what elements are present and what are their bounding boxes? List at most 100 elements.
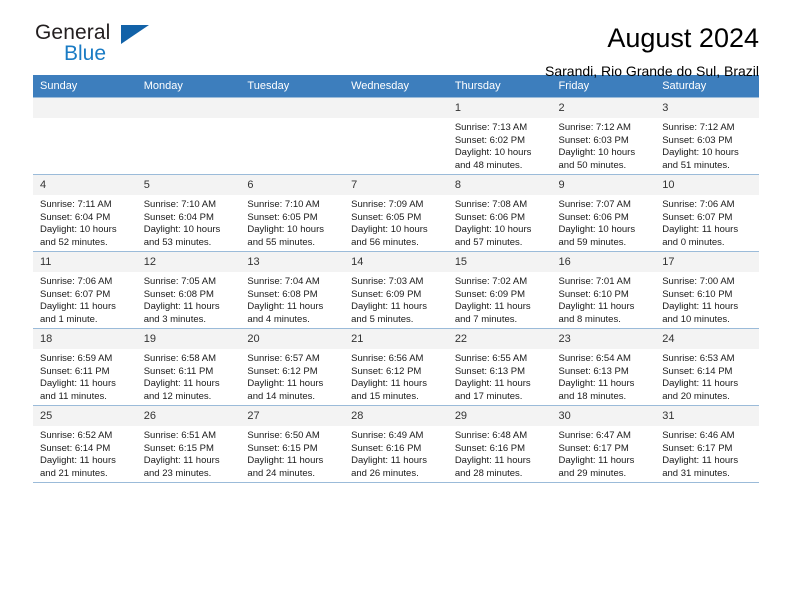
- weekday-header-monday: Monday: [136, 75, 241, 98]
- calendar-day-cell[interactable]: 31 Sunrise: 6:46 AM Sunset: 6:17 PM Dayligh…: [655, 405, 759, 482]
- calendar-day-cell[interactable]: 17 Sunrise: 7:00 AM Sunset: 6:10 PM Dayligh…: [655, 251, 759, 329]
- logo-text-blue: Blue: [64, 42, 107, 65]
- calendar-day-cell[interactable]: 11 Sunrise: 7:06 AM Sunset: 6:07 PM Dayligh…: [33, 251, 137, 329]
- calendar-day-cell[interactable]: 30 Sunrise: 6:47 AM Sunset: 6:17 PM Dayligh…: [551, 405, 656, 482]
- sunset-text: Sunset: 6:12 PM: [247, 365, 318, 377]
- sunrise-text: Sunrise: 7:11 AM: [40, 199, 112, 210]
- daylight-text-line1: Daylight: 10 hours: [40, 224, 117, 236]
- day-number: 10: [655, 175, 759, 195]
- sunrise-text: Sunrise: 7:10 AM: [247, 199, 320, 210]
- sunset-text: Sunset: 6:05 PM: [351, 211, 422, 223]
- calendar-day-cell[interactable]: 16 Sunrise: 7:01 AM Sunset: 6:10 PM Dayligh…: [551, 251, 656, 329]
- day-sun-info: Sunrise: 6:49 AM Sunset: 6:16 PM Daylight:…: [344, 426, 448, 480]
- calendar-day-cell[interactable]: 18 Sunrise: 6:59 AM Sunset: 6:11 PM Dayligh…: [33, 328, 137, 406]
- daylight-text-line1: Daylight: 11 hours: [247, 301, 324, 313]
- day-sun-info: Sunrise: 7:12 AM Sunset: 6:03 PM Daylight:…: [655, 118, 759, 172]
- daylight-text-line2: and 0 minutes.: [662, 236, 725, 248]
- daylight-text-line1: Daylight: 10 hours: [558, 147, 636, 159]
- calendar-day-cell[interactable]: 23 Sunrise: 6:54 AM Sunset: 6:13 PM Dayligh…: [551, 328, 656, 406]
- day-sun-info: Sunrise: 7:05 AM Sunset: 6:08 PM Daylight:…: [137, 272, 241, 326]
- calendar-day-cell[interactable]: 19 Sunrise: 6:58 AM Sunset: 6:11 PM Dayligh…: [136, 328, 241, 406]
- sunrise-text: Sunrise: 7:09 AM: [351, 199, 424, 210]
- day-number: 5: [136, 175, 241, 195]
- calendar-day-cell[interactable]: 7 Sunrise: 7:09 AM Sunset: 6:05 PM Daylight…: [344, 174, 448, 252]
- daylight-text-line2: and 10 minutes.: [662, 313, 730, 325]
- calendar-day-cell[interactable]: 12 Sunrise: 7:05 AM Sunset: 6:08 PM Dayligh…: [136, 251, 241, 329]
- calendar-day-cell[interactable]: 24 Sunrise: 6:53 AM Sunset: 6:14 PM Dayligh…: [655, 328, 759, 406]
- calendar-day-cell[interactable]: 1 Sunrise: 7:13 AM Sunset: 6:02 PM Daylight…: [447, 97, 552, 175]
- daylight-text-line2: and 3 minutes.: [143, 313, 207, 325]
- calendar-day-cell[interactable]: 3 Sunrise: 7:12 AM Sunset: 6:03 PM Daylight…: [655, 97, 759, 175]
- daylight-text-line2: and 8 minutes.: [558, 313, 621, 325]
- sunrise-text: Sunrise: 7:13 AM: [454, 122, 528, 133]
- general-blue-logo[interactable]: General Blue: [33, 22, 163, 74]
- daylight-text-line1: Daylight: 11 hours: [558, 301, 635, 313]
- day-sun-info: Sunrise: 7:03 AM Sunset: 6:09 PM Daylight:…: [344, 272, 448, 326]
- calendar-day-cell[interactable]: 26 Sunrise: 6:51 AM Sunset: 6:15 PM Dayligh…: [136, 405, 241, 482]
- sunrise-text: Sunrise: 6:48 AM: [454, 430, 528, 441]
- daylight-text-line1: Daylight: 10 hours: [662, 147, 739, 159]
- daylight-text-line1: Daylight: 11 hours: [351, 378, 427, 390]
- calendar-day-cell[interactable]: 9 Sunrise: 7:07 AM Sunset: 6:06 PM Daylight…: [551, 174, 656, 252]
- day-sun-info: Sunrise: 7:06 AM Sunset: 6:07 PM Daylight:…: [33, 272, 137, 326]
- calendar-day-cell[interactable]: 29 Sunrise: 6:48 AM Sunset: 6:16 PM Dayligh…: [447, 405, 552, 482]
- day-sun-info: Sunrise: 6:58 AM Sunset: 6:11 PM Daylight:…: [137, 349, 241, 403]
- sunset-text: Sunset: 6:04 PM: [40, 211, 111, 223]
- calendar-table: Sunday Monday Tuesday Wednesday Thursday…: [33, 75, 759, 482]
- calendar-day-cell[interactable]: 6 Sunrise: 7:10 AM Sunset: 6:05 PM Daylight…: [240, 174, 345, 252]
- day-sun-info: Sunrise: 7:06 AM Sunset: 6:07 PM Daylight:…: [655, 195, 759, 249]
- daylight-text-line2: and 1 minute.: [40, 313, 98, 325]
- day-sun-info: Sunrise: 6:54 AM Sunset: 6:13 PM Daylight:…: [552, 349, 656, 403]
- sunrise-text: Sunrise: 7:10 AM: [143, 199, 217, 210]
- day-number: 31: [655, 406, 759, 426]
- calendar-day-cell[interactable]: 8 Sunrise: 7:08 AM Sunset: 6:06 PM Daylight…: [447, 174, 552, 252]
- day-sun-info: Sunrise: 6:55 AM Sunset: 6:13 PM Daylight:…: [448, 349, 552, 403]
- day-sun-info: Sunrise: 6:56 AM Sunset: 6:12 PM Daylight:…: [344, 349, 448, 403]
- day-number: 3: [655, 98, 759, 118]
- calendar-day-cell[interactable]: 10 Sunrise: 7:06 AM Sunset: 6:07 PM Dayligh…: [655, 174, 759, 252]
- calendar-day-cell[interactable]: 28 Sunrise: 6:49 AM Sunset: 6:16 PM Dayligh…: [344, 405, 448, 482]
- sunset-text: Sunset: 6:06 PM: [454, 211, 526, 223]
- day-sun-info: Sunrise: 7:09 AM Sunset: 6:05 PM Daylight:…: [344, 195, 448, 249]
- sunset-text: Sunset: 6:09 PM: [351, 288, 422, 300]
- calendar-cell-empty: [33, 97, 137, 175]
- day-number: 9: [551, 175, 656, 195]
- calendar-day-cell[interactable]: 14 Sunrise: 7:03 AM Sunset: 6:09 PM Dayligh…: [344, 251, 448, 329]
- calendar-day-cell[interactable]: 5 Sunrise: 7:10 AM Sunset: 6:04 PM Daylight…: [136, 174, 241, 252]
- calendar-day-cell[interactable]: 27 Sunrise: 6:50 AM Sunset: 6:15 PM Dayligh…: [240, 405, 345, 482]
- logo-triangle-icon: [121, 25, 149, 44]
- calendar-week-row: 25 Sunrise: 6:52 AM Sunset: 6:14 PM Dayligh…: [33, 405, 759, 482]
- day-number: 8: [447, 175, 552, 195]
- calendar-day-cell[interactable]: 22 Sunrise: 6:55 AM Sunset: 6:13 PM Dayligh…: [447, 328, 552, 406]
- calendar-day-cell[interactable]: 15 Sunrise: 7:02 AM Sunset: 6:09 PM Dayligh…: [447, 251, 552, 329]
- sunset-text: Sunset: 6:11 PM: [40, 365, 110, 377]
- day-sun-info: Sunrise: 6:53 AM Sunset: 6:14 PM Daylight:…: [655, 349, 759, 403]
- calendar-day-cell[interactable]: 4 Sunrise: 7:11 AM Sunset: 6:04 PM Daylight…: [33, 174, 137, 252]
- daylight-text-line2: and 11 minutes.: [40, 390, 107, 402]
- day-number: 16: [551, 252, 656, 272]
- sunrise-text: Sunrise: 6:51 AM: [143, 430, 217, 441]
- daylight-text-line2: and 14 minutes.: [247, 390, 316, 402]
- daylight-text-line1: Daylight: 10 hours: [351, 224, 428, 236]
- day-number: 26: [136, 406, 241, 426]
- sunrise-text: Sunrise: 7:04 AM: [247, 276, 320, 287]
- sunset-text: Sunset: 6:15 PM: [143, 442, 214, 454]
- calendar-day-cell[interactable]: 20 Sunrise: 6:57 AM Sunset: 6:12 PM Dayligh…: [240, 328, 345, 406]
- daylight-text-line1: Daylight: 11 hours: [40, 301, 116, 313]
- calendar-day-cell[interactable]: 2 Sunrise: 7:12 AM Sunset: 6:03 PM Daylight…: [551, 97, 656, 175]
- calendar-day-cell[interactable]: 13 Sunrise: 7:04 AM Sunset: 6:08 PM Dayligh…: [240, 251, 345, 329]
- sunset-text: Sunset: 6:12 PM: [351, 365, 422, 377]
- sunset-text: Sunset: 6:17 PM: [662, 442, 733, 454]
- calendar-day-cell[interactable]: 21 Sunrise: 6:56 AM Sunset: 6:12 PM Dayligh…: [344, 328, 448, 406]
- sunset-text: Sunset: 6:08 PM: [247, 288, 318, 300]
- sunset-text: Sunset: 6:08 PM: [143, 288, 214, 300]
- day-number: 21: [344, 329, 448, 349]
- calendar-day-cell[interactable]: 25 Sunrise: 6:52 AM Sunset: 6:14 PM Dayligh…: [33, 405, 137, 482]
- daylight-text-line2: and 28 minutes.: [454, 467, 523, 479]
- sunrise-text: Sunrise: 6:57 AM: [247, 353, 320, 364]
- day-sun-info: Sunrise: 7:12 AM Sunset: 6:03 PM Daylight:…: [552, 118, 656, 172]
- sunset-text: Sunset: 6:16 PM: [454, 442, 526, 454]
- daylight-text-line2: and 53 minutes.: [143, 236, 212, 248]
- day-sun-info: Sunrise: 7:13 AM Sunset: 6:02 PM Daylight:…: [448, 118, 552, 172]
- day-number: 24: [655, 329, 759, 349]
